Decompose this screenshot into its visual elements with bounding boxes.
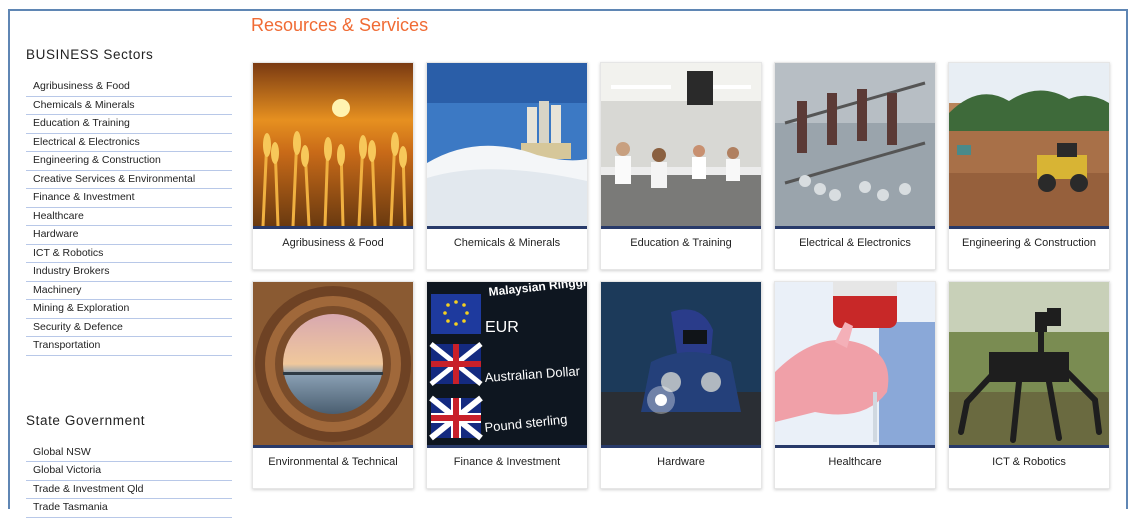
card-label: Hardware	[657, 456, 705, 468]
sidebar-item-transportation[interactable]: Transportation	[26, 337, 232, 356]
sidebar-item-finance[interactable]: Finance & Investment	[26, 189, 232, 208]
robot-image	[949, 282, 1109, 448]
sidebar-item-education[interactable]: Education & Training	[26, 115, 232, 134]
laboratory-image	[601, 63, 761, 229]
sidebar-item-engineering[interactable]: Engineering & Construction	[26, 152, 232, 171]
card-label: Electrical & Electronics	[799, 237, 911, 249]
sidebar-item-mining[interactable]: Mining & Exploration	[26, 300, 232, 319]
sidebar-item-industry-brokers[interactable]: Industry Brokers	[26, 263, 232, 282]
board-eur: EUR	[485, 319, 519, 336]
state-government-list: Global NSW Global Victoria Trade & Inves…	[26, 444, 232, 518]
sidebar-item-chemicals[interactable]: Chemicals & Minerals	[26, 97, 232, 115]
card-label: Engineering & Construction	[962, 237, 1096, 249]
card-label: Chemicals & Minerals	[453, 237, 561, 249]
mineral-plant-image	[427, 63, 587, 229]
sidebar-item-creative[interactable]: Creative Services & Environmental	[26, 171, 232, 189]
card-education[interactable]: Education & Training	[600, 62, 762, 270]
sidebar-item-electrical[interactable]: Electrical & Electronics	[26, 134, 232, 152]
card-label: Environmental & Technical	[268, 456, 398, 468]
page-title: Resources & Services	[251, 15, 429, 35]
card-label: Healthcare	[828, 456, 882, 468]
business-sectors-list: Agribusiness & Food Chemicals & Minerals…	[26, 78, 232, 356]
card-label: Agribusiness & Food	[282, 237, 384, 249]
card-engineering[interactable]: Engineering & Construction	[948, 62, 1110, 270]
card-agribusiness[interactable]: Agribusiness & Food	[252, 62, 414, 270]
resources-grid: Agribusiness & Food Chemicals & Minerals	[252, 62, 1110, 489]
state-government-heading: State Government	[26, 412, 146, 428]
card-chemicals[interactable]: Chemicals & Minerals	[426, 62, 588, 270]
card-healthcare[interactable]: Healthcare	[774, 281, 936, 489]
card-label: Finance & Investment	[453, 456, 561, 468]
construction-site-image	[949, 63, 1109, 229]
sidebar: BUSINESS Sectors Agribusiness & Food Che…	[26, 47, 232, 518]
wheat-field-image	[253, 63, 413, 229]
sidebar-item-trade-qld[interactable]: Trade & Investment Qld	[26, 481, 232, 499]
sidebar-item-ict[interactable]: ICT & Robotics	[26, 245, 232, 263]
card-label: ICT & Robotics	[992, 456, 1066, 468]
currency-board-image: Malaysian Ringgit EUR Australian Dollar	[427, 282, 587, 448]
sidebar-item-hardware[interactable]: Hardware	[26, 226, 232, 245]
card-label: Education & Training	[630, 237, 732, 249]
sidebar-item-machinery[interactable]: Machinery	[26, 282, 232, 300]
card-finance[interactable]: Malaysian Ringgit EUR Australian Dollar	[426, 281, 588, 489]
card-hardware[interactable]: Hardware	[600, 281, 762, 489]
sidebar-item-agribusiness[interactable]: Agribusiness & Food	[26, 78, 232, 97]
sidebar-item-security[interactable]: Security & Defence	[26, 319, 232, 337]
power-insulators-image	[775, 63, 935, 229]
business-sectors-heading: BUSINESS Sectors	[26, 47, 154, 62]
blood-sample-image	[775, 282, 935, 448]
sidebar-item-trade-tasmania[interactable]: Trade Tasmania	[26, 499, 232, 518]
card-electrical[interactable]: Electrical & Electronics	[774, 62, 936, 270]
pipe-sunset-image	[253, 282, 413, 448]
sidebar-item-global-nsw[interactable]: Global NSW	[26, 444, 232, 462]
sidebar-item-global-victoria[interactable]: Global Victoria	[26, 462, 232, 481]
sidebar-item-healthcare[interactable]: Healthcare	[26, 208, 232, 226]
card-ict[interactable]: ICT & Robotics	[948, 281, 1110, 489]
welder-image	[601, 282, 761, 448]
card-environmental[interactable]: Environmental & Technical	[252, 281, 414, 489]
